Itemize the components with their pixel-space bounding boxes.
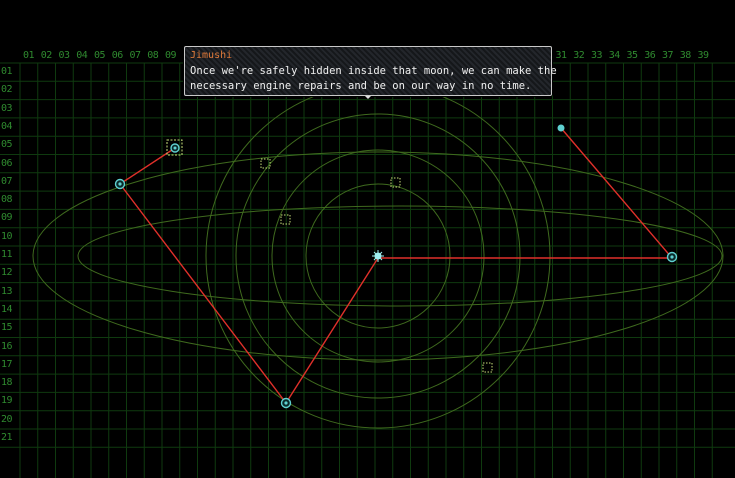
row-label: 08 — [1, 194, 13, 206]
route-node-icon[interactable] — [114, 178, 126, 190]
column-label: 38 — [679, 50, 692, 61]
column-label: 05 — [93, 50, 106, 61]
column-label: 31 — [555, 50, 567, 61]
row-label: 07 — [1, 175, 13, 187]
row-label: 10 — [1, 230, 13, 242]
column-label: 09 — [164, 50, 177, 61]
column-label: 04 — [76, 50, 88, 61]
column-label: 33 — [590, 50, 603, 61]
row-label: 09 — [1, 212, 13, 224]
dialog-line-2: necessary engine repairs and be on our w… — [190, 80, 532, 92]
row-label: 11 — [1, 249, 13, 260]
row-label: 19 — [1, 395, 13, 407]
route-node-icon[interactable] — [280, 397, 292, 409]
column-label: 06 — [111, 50, 124, 61]
row-label: 15 — [1, 322, 13, 334]
row-label: 21 — [1, 432, 13, 443]
row-label: 12 — [1, 267, 13, 279]
column-label: 35 — [626, 50, 638, 61]
row-label: 01 — [1, 66, 13, 77]
row-label: 14 — [1, 303, 13, 315]
row-label: 18 — [1, 377, 13, 389]
row-label: 06 — [1, 157, 13, 169]
column-label: 08 — [147, 50, 159, 61]
row-label: 20 — [1, 413, 13, 425]
column-label: 01 — [22, 50, 35, 61]
speaker-name: Jimushi — [190, 50, 233, 61]
column-label: 34 — [608, 50, 621, 61]
row-label: 03 — [1, 102, 13, 114]
column-label: 39 — [697, 50, 709, 61]
row-label: 05 — [1, 139, 13, 151]
dialog-line-1: Once we're safely hidden inside that moo… — [190, 65, 557, 77]
row-label: 02 — [1, 84, 13, 96]
column-label: 36 — [644, 50, 656, 61]
row-label: 17 — [1, 358, 13, 370]
row-label: 04 — [1, 120, 13, 132]
column-label: 32 — [573, 50, 585, 61]
column-label: 03 — [58, 50, 70, 61]
continue-caret-icon[interactable] — [365, 96, 371, 99]
column-label: 37 — [661, 50, 674, 61]
dialog-box[interactable]: Jimushi Once we're safely hidden inside … — [184, 46, 557, 99]
row-label: 13 — [1, 285, 13, 297]
route-node-icon[interactable] — [666, 251, 678, 263]
column-label: 02 — [40, 50, 53, 61]
destination-dot-icon[interactable] — [557, 124, 565, 132]
row-label: 16 — [1, 340, 13, 352]
column-label: 07 — [129, 50, 141, 61]
